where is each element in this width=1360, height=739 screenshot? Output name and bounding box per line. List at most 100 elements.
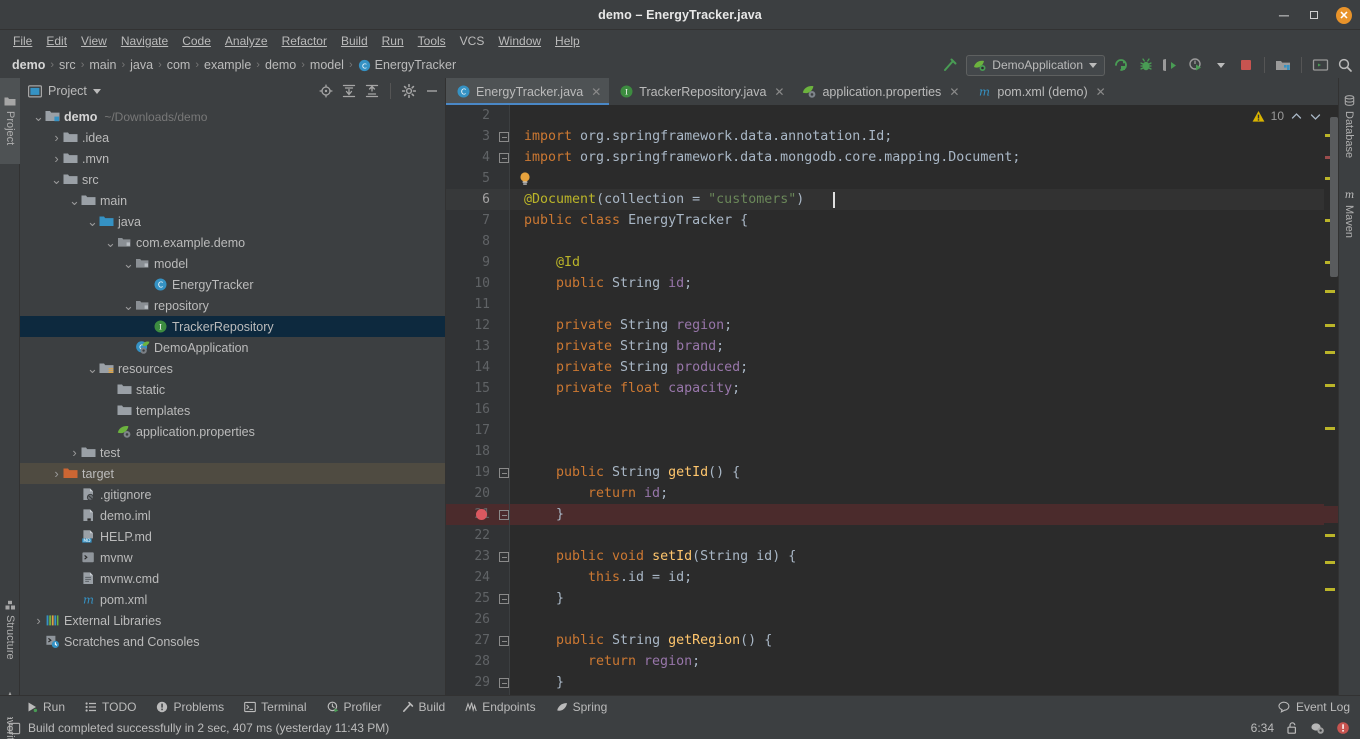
- menu-refactor[interactable]: Refactor: [275, 32, 334, 50]
- tree-item-application-properties[interactable]: application.properties: [20, 421, 445, 442]
- chevron-down-icon[interactable]: ⌄: [86, 362, 99, 375]
- error-notification-icon[interactable]: [1336, 721, 1350, 735]
- tree-item--mvn[interactable]: › .mvn: [20, 148, 445, 169]
- tree-item-mvnw[interactable]: mvnw: [20, 547, 445, 568]
- sidebar-item-structure[interactable]: Structure: [0, 583, 20, 677]
- editor-scrollbar-thumb[interactable]: [1330, 117, 1338, 277]
- tree-item-mvnw-cmd[interactable]: mvnw.cmd: [20, 568, 445, 589]
- marker-warning-stripe[interactable]: [1325, 290, 1335, 293]
- tree-item-resources[interactable]: ⌄ resources: [20, 358, 445, 379]
- marker-bar[interactable]: [1324, 105, 1338, 695]
- tool-button-todo[interactable]: TODO: [85, 700, 136, 714]
- event-log-button[interactable]: Event Log: [1278, 700, 1350, 714]
- menu-help[interactable]: Help: [548, 32, 587, 50]
- marker-warning-stripe[interactable]: [1325, 351, 1335, 354]
- inspection-widget[interactable]: 10: [1252, 109, 1322, 123]
- tree-item-templates[interactable]: templates: [20, 400, 445, 421]
- stop-icon[interactable]: [1237, 56, 1255, 74]
- terminal-icon[interactable]: [1311, 56, 1329, 74]
- chevron-down-icon[interactable]: ⌄: [122, 257, 135, 270]
- marker-warning-stripe[interactable]: [1325, 384, 1335, 387]
- tree-item-repository[interactable]: ⌄ repository: [20, 295, 445, 316]
- menu-tools[interactable]: Tools: [411, 32, 453, 50]
- expand-all-icon[interactable]: [342, 84, 356, 98]
- chevron-down-icon[interactable]: [1212, 56, 1230, 74]
- menu-build[interactable]: Build: [334, 32, 375, 50]
- breadcrumb-example[interactable]: example: [200, 57, 255, 73]
- menu-vcs[interactable]: VCS: [453, 32, 492, 50]
- code-folding-column[interactable]: [498, 105, 510, 695]
- tree-item-energytracker[interactable]: C EnergyTracker: [20, 274, 445, 295]
- tree-item-trackerrepository[interactable]: I TrackerRepository: [20, 316, 445, 337]
- breadcrumb-demo[interactable]: demo: [8, 57, 49, 73]
- clock-label[interactable]: 6:34: [1251, 721, 1274, 735]
- tree-item-model[interactable]: ⌄ model: [20, 253, 445, 274]
- run-configuration-selector[interactable]: DemoApplication: [966, 54, 1105, 76]
- chevron-down-icon[interactable]: ⌄: [50, 173, 63, 186]
- menu-file[interactable]: File: [6, 32, 39, 50]
- sidebar-item-database[interactable]: Database: [1338, 82, 1360, 172]
- editor-tabs[interactable]: C EnergyTracker.java ✕ I TrackerRepository.j…: [446, 78, 1338, 105]
- sidebar-item-project[interactable]: Project: [0, 78, 20, 164]
- code-fold-end-icon[interactable]: [499, 153, 509, 163]
- editor-tab-pom-xml-demo-[interactable]: m pom.xml (demo) ✕: [967, 78, 1113, 105]
- chevron-down-icon[interactable]: ⌄: [68, 194, 81, 207]
- minimize-button[interactable]: ─: [1276, 7, 1292, 23]
- tool-button-run[interactable]: Run: [26, 700, 65, 714]
- tree-item-static[interactable]: static: [20, 379, 445, 400]
- tree-item-test[interactable]: › test: [20, 442, 445, 463]
- marker-warning-stripe[interactable]: [1325, 534, 1335, 537]
- tree-item-help-md[interactable]: MD HELP.md: [20, 526, 445, 547]
- breadcrumb-java[interactable]: java: [126, 57, 157, 73]
- menu-edit[interactable]: Edit: [39, 32, 74, 50]
- marker-warning-stripe[interactable]: [1325, 427, 1335, 430]
- tree-item-scratches-and-consoles[interactable]: Scratches and Consoles: [20, 631, 445, 652]
- tool-button-problems[interactable]: Problems: [156, 700, 224, 714]
- code-fold-start-icon[interactable]: [499, 468, 509, 478]
- editor-tab-energytracker-java[interactable]: C EnergyTracker.java ✕: [446, 78, 610, 105]
- rerun-icon[interactable]: [1112, 56, 1130, 74]
- breadcrumb-demo-pkg[interactable]: demo: [261, 57, 300, 73]
- tree-item--idea[interactable]: › .idea: [20, 127, 445, 148]
- code-editor[interactable]: import org.springframework.data.annotati…: [510, 105, 1324, 695]
- menu-run[interactable]: Run: [375, 32, 411, 50]
- chevron-right-icon[interactable]: ›: [68, 445, 81, 460]
- menu-window[interactable]: Window: [491, 32, 548, 50]
- lock-icon[interactable]: [1285, 721, 1299, 735]
- tool-button-build[interactable]: Build: [402, 700, 445, 714]
- debug-bug-icon[interactable]: [1137, 56, 1155, 74]
- tree-item-java[interactable]: ⌄ java: [20, 211, 445, 232]
- marker-warning-stripe[interactable]: [1325, 588, 1335, 591]
- project-structure-icon[interactable]: [1274, 56, 1292, 74]
- settings-gear-icon[interactable]: [1310, 721, 1325, 735]
- code-fold-end-icon[interactable]: [499, 678, 509, 688]
- collapse-all-icon[interactable]: [365, 84, 379, 98]
- breadcrumb-model[interactable]: model: [306, 57, 348, 73]
- breakpoint-icon[interactable]: [476, 509, 487, 520]
- search-everywhere-icon[interactable]: [1336, 56, 1354, 74]
- project-tree[interactable]: ⌄ demo ~/Downloads/demo › .idea › .mvn ⌄ src ⌄ mai…: [20, 104, 445, 695]
- tool-button-spring[interactable]: Spring: [556, 700, 607, 714]
- chevron-down-icon[interactable]: ⌄: [104, 236, 117, 249]
- chevron-right-icon[interactable]: ›: [32, 613, 45, 628]
- tree-item-demoapplication[interactable]: C DemoApplication: [20, 337, 445, 358]
- code-fold-start-icon[interactable]: [499, 552, 509, 562]
- chevron-down-icon[interactable]: ⌄: [122, 299, 135, 312]
- maximize-button[interactable]: [1306, 7, 1322, 23]
- previous-problem-icon[interactable]: [1290, 110, 1303, 123]
- hide-icon[interactable]: [425, 84, 439, 98]
- close-icon[interactable]: ✕: [1096, 85, 1106, 99]
- editor-tab-trackerrepository-java[interactable]: I TrackerRepository.java ✕: [609, 78, 792, 105]
- code-fold-end-icon[interactable]: [499, 132, 509, 142]
- tree-item-external-libraries[interactable]: › External Libraries: [20, 610, 445, 631]
- run-with-coverage-icon[interactable]: [1162, 56, 1180, 74]
- sidebar-item-maven[interactable]: m Maven: [1338, 178, 1360, 250]
- intention-bulb-icon[interactable]: [518, 171, 532, 187]
- tool-button-profiler[interactable]: Profiler: [327, 700, 382, 714]
- tree-item-demo-iml[interactable]: demo.iml: [20, 505, 445, 526]
- profile-icon[interactable]: [1187, 56, 1205, 74]
- marker-warning-stripe[interactable]: [1325, 324, 1335, 327]
- chevron-right-icon[interactable]: ›: [50, 130, 63, 145]
- editor-tab-application-properties[interactable]: application.properties ✕: [792, 78, 967, 105]
- code-fold-end-icon[interactable]: [499, 594, 509, 604]
